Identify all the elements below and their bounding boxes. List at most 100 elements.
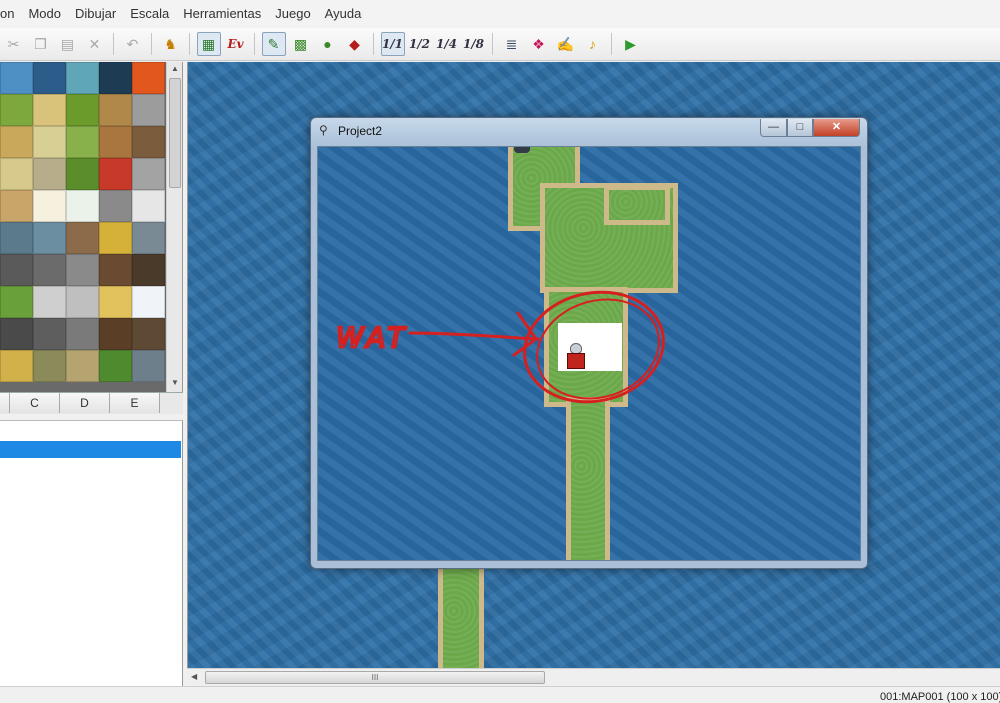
tileset-tile[interactable] [33,62,66,94]
tileset-tile[interactable] [33,94,66,126]
tileset-tile[interactable] [66,190,99,222]
ellipse-icon[interactable]: ● [316,32,340,56]
map-tree[interactable] [0,420,183,688]
tileset-tile[interactable] [99,126,132,158]
event-label: Ev [227,37,244,51]
tileset-tile[interactable] [132,190,165,222]
tileset-tile[interactable] [132,126,165,158]
zoom-1-4-button[interactable]: 1/4 [435,32,459,56]
play-icon[interactable]: ▶ [619,32,643,56]
tileset-tile[interactable] [0,318,33,350]
tileset-tile[interactable] [99,318,132,350]
layer-map-icon[interactable]: ▦ [196,32,221,56]
tileset-tile[interactable] [0,62,33,94]
scroll-left-icon[interactable]: ◀ [191,672,197,681]
maximize-button[interactable]: □ [787,119,813,137]
tileset-tile[interactable] [0,222,33,254]
menu-item-dibujar[interactable]: Dibujar [68,0,123,28]
event-layer-icon[interactable]: Ev [224,32,248,56]
material-icon[interactable]: ❖ [527,32,551,56]
map-tree-selected-item[interactable] [0,441,181,458]
pencil-icon[interactable]: ✎ [261,32,286,56]
cut-icon[interactable]: ✂ [2,32,26,56]
tileset-tile[interactable] [99,254,132,286]
paste-icon[interactable]: ▤ [56,32,80,56]
zoom-1-8-button[interactable]: 1/8 [462,32,486,56]
tileset-tile[interactable] [0,94,33,126]
palette-tab-e[interactable]: E [110,393,160,413]
menu-item-ayuda[interactable]: Ayuda [318,0,369,28]
game-screen[interactable]: WAT [317,146,861,561]
palette-scroll-thumb[interactable] [169,78,181,188]
fill-icon[interactable]: ◆ [343,32,367,56]
tileset-tile[interactable] [66,126,99,158]
game-titlebar[interactable]: ⚲ Project2 — □ ✕ [311,118,867,144]
tileset-tile[interactable] [0,190,33,222]
tileset-tile[interactable] [33,190,66,222]
tileset-tile[interactable] [0,286,33,318]
tileset-tile[interactable] [66,350,99,382]
map-horizontal-scrollbar[interactable]: ◀ III [187,668,1000,686]
tileset-tile[interactable] [99,158,132,190]
tileset-tile[interactable] [99,222,132,254]
tileset-tile[interactable] [132,94,165,126]
resource-manager-icon[interactable]: ♞ [159,32,183,56]
rectangle-icon[interactable]: ▩ [289,32,313,56]
tileset-tile[interactable] [33,286,66,318]
tileset-tile[interactable] [99,94,132,126]
menu-item-juego-partial[interactable]: on [0,0,21,28]
palette-tab-d[interactable]: D [60,393,110,413]
database-icon[interactable]: ≣ [500,32,524,56]
scroll-down-icon[interactable]: ▼ [167,376,182,390]
tileset-tile[interactable] [33,350,66,382]
tileset-tile[interactable] [66,222,99,254]
tileset-tile[interactable] [33,254,66,286]
menu-item-juego[interactable]: Juego [268,0,317,28]
delete-icon[interactable]: ✕ [83,32,107,56]
tileset-tile[interactable] [0,350,33,382]
minimize-button[interactable]: — [760,119,787,137]
tileset-tile[interactable] [99,286,132,318]
copy-icon[interactable]: ❐ [29,32,53,56]
palette-tab-b[interactable] [0,393,10,413]
tileset-tile[interactable] [132,318,165,350]
tileset-tile[interactable] [33,158,66,190]
tileset-tile[interactable] [33,222,66,254]
tileset-tile[interactable] [132,254,165,286]
tileset-tile[interactable] [33,126,66,158]
tileset-grid[interactable] [0,62,166,392]
menu-item-herramientas[interactable]: Herramientas [176,0,268,28]
tileset-tile[interactable] [0,126,33,158]
tileset-tile[interactable] [132,350,165,382]
menu-item-escala[interactable]: Escala [123,0,176,28]
tileset-tile[interactable] [132,158,165,190]
tileset-tile[interactable] [66,286,99,318]
tileset-tile[interactable] [66,254,99,286]
menu-item-modo[interactable]: Modo [21,0,68,28]
tileset-tile[interactable] [33,318,66,350]
palette-scrollbar[interactable]: ▲ ▼ [166,62,182,392]
tileset-palette[interactable]: ▲ ▼ [0,62,183,392]
sound-test-icon[interactable]: ♪ [581,32,605,56]
tileset-tile[interactable] [99,62,132,94]
tileset-tile[interactable] [0,254,33,286]
tileset-tile[interactable] [132,62,165,94]
scroll-up-icon[interactable]: ▲ [167,62,182,76]
tileset-tile[interactable] [66,158,99,190]
zoom-1-2-button[interactable]: 1/2 [408,32,432,56]
script-editor-icon[interactable]: ✍ [554,32,578,56]
tileset-tile[interactable] [132,222,165,254]
zoom-1-1-button[interactable]: 1/1 [380,32,405,56]
tileset-tile[interactable] [66,62,99,94]
tileset-tile[interactable] [66,318,99,350]
tileset-tile[interactable] [99,350,132,382]
close-button[interactable]: ✕ [813,119,860,137]
tileset-tile[interactable] [99,190,132,222]
map-scroll-thumb[interactable]: III [205,671,545,684]
tileset-tile[interactable] [66,94,99,126]
tileset-tile[interactable] [0,158,33,190]
undo-icon[interactable]: ↶ [121,32,145,56]
game-window[interactable]: ⚲ Project2 — □ ✕ WAT [310,117,868,569]
palette-tab-c[interactable]: C [10,393,60,413]
tileset-tile[interactable] [132,286,165,318]
